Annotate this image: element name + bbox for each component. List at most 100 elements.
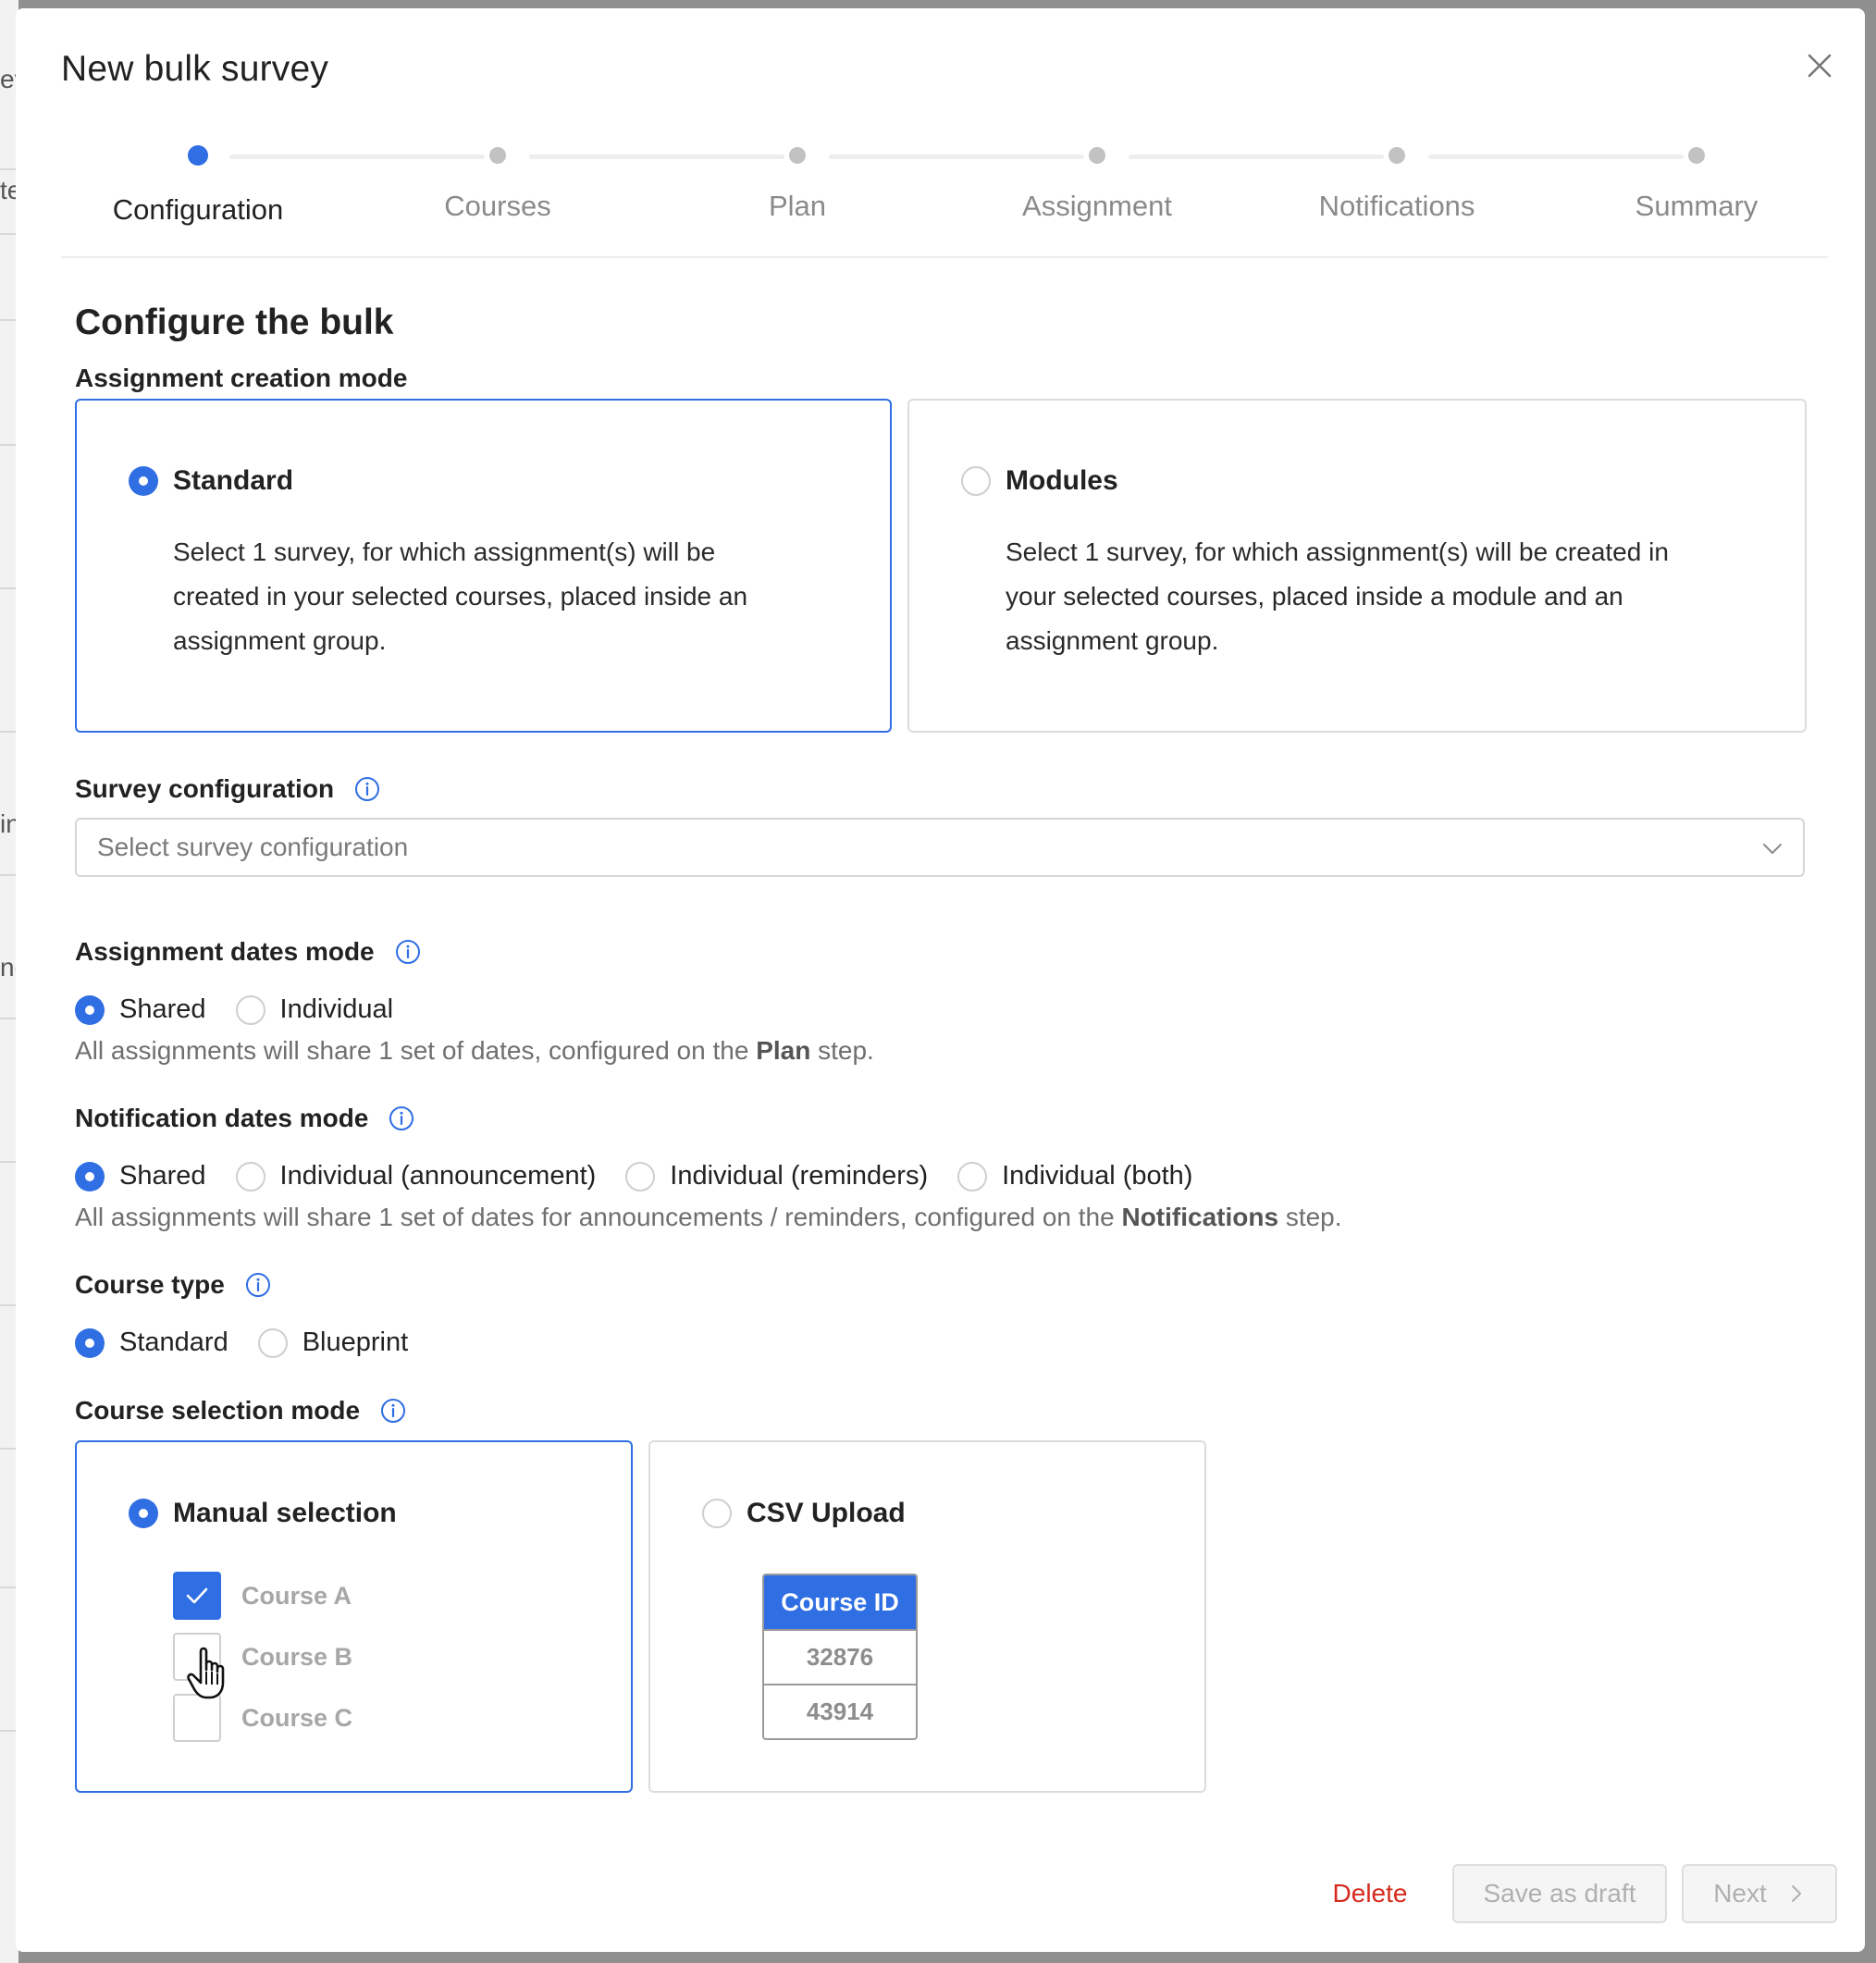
assignment-dates-mode-label-row: Assignment dates mode bbox=[75, 937, 421, 967]
help-text: step. bbox=[1278, 1203, 1342, 1231]
step-dot-courses[interactable] bbox=[489, 147, 506, 164]
chevron-down-icon bbox=[1763, 844, 1782, 854]
option-label: Individual bbox=[279, 994, 394, 1024]
course-type-group: Standard Blueprint bbox=[75, 1327, 438, 1358]
course-type-standard-option[interactable]: Standard bbox=[75, 1327, 228, 1358]
course-label: Course C bbox=[241, 1703, 353, 1732]
step-connector bbox=[529, 154, 784, 159]
radio-button[interactable] bbox=[257, 1327, 288, 1358]
course-type-blueprint-option[interactable]: Blueprint bbox=[257, 1327, 409, 1358]
option-label: Blueprint bbox=[302, 1327, 409, 1357]
radio-button[interactable] bbox=[957, 1161, 988, 1191]
step-connector bbox=[829, 154, 1084, 159]
course-selection-card-csv[interactable]: CSV Upload bbox=[648, 1440, 1206, 1793]
close-icon bbox=[1808, 54, 1832, 78]
step-dot-notifications[interactable] bbox=[1388, 147, 1405, 164]
course-checkbox-row[interactable]: Course A bbox=[173, 1572, 352, 1620]
option-label: Shared bbox=[119, 1161, 206, 1191]
radio-manual-selection[interactable] bbox=[129, 1499, 158, 1528]
step-assignment[interactable]: Assignment bbox=[1022, 190, 1172, 223]
option-label: Individual (reminders) bbox=[670, 1161, 929, 1191]
notification-dates-mode-group: Shared Individual (announcement) Individ… bbox=[75, 1161, 1222, 1191]
section-title: Configure the bulk bbox=[75, 302, 394, 342]
radio-button[interactable] bbox=[75, 1327, 105, 1358]
survey-configuration-placeholder: Select survey configuration bbox=[97, 833, 409, 861]
manual-selection-title: Manual selection bbox=[173, 1498, 397, 1528]
course-selection-mode-label-row: Course selection mode bbox=[75, 1396, 406, 1426]
delete-button[interactable]: Delete bbox=[1314, 1864, 1426, 1923]
info-icon[interactable] bbox=[380, 1398, 406, 1424]
bulk-survey-modal: New bulk survey Configuration Courses Pl… bbox=[16, 8, 1865, 1952]
assignment-dates-mode-label: Assignment dates mode bbox=[75, 937, 375, 966]
info-icon[interactable] bbox=[395, 939, 421, 965]
radio-button[interactable] bbox=[75, 1161, 105, 1191]
notification-dates-help: All assignments will share 1 set of date… bbox=[75, 1203, 1342, 1232]
notification-dates-individual-announcement-option[interactable]: Individual (announcement) bbox=[235, 1161, 597, 1191]
course-type-label-row: Course type bbox=[75, 1270, 271, 1300]
option-label: Shared bbox=[119, 994, 206, 1024]
help-text: All assignments will share 1 set of date… bbox=[75, 1036, 757, 1065]
creation-mode-standard-title: Standard bbox=[173, 465, 294, 496]
notification-dates-individual-both-option[interactable]: Individual (both) bbox=[957, 1161, 1192, 1191]
radio-button[interactable] bbox=[235, 994, 265, 1025]
step-courses[interactable]: Courses bbox=[444, 190, 550, 223]
radio-csv-upload[interactable] bbox=[702, 1499, 732, 1528]
assignment-dates-shared-option[interactable]: Shared bbox=[75, 994, 206, 1025]
survey-configuration-select[interactable]: Select survey configuration bbox=[75, 818, 1805, 877]
radio-modules[interactable] bbox=[961, 466, 991, 496]
course-selection-mode-label: Course selection mode bbox=[75, 1396, 361, 1425]
step-notifications[interactable]: Notifications bbox=[1319, 190, 1475, 223]
step-dot-plan[interactable] bbox=[789, 147, 806, 164]
assignment-creation-mode-label: Assignment creation mode bbox=[75, 364, 408, 392]
help-text-bold: Plan bbox=[756, 1036, 811, 1065]
notification-dates-mode-label: Notification dates mode bbox=[75, 1104, 369, 1132]
csv-table-header: Course ID bbox=[764, 1575, 916, 1629]
notification-dates-shared-option[interactable]: Shared bbox=[75, 1161, 206, 1191]
csv-upload-title: CSV Upload bbox=[747, 1498, 906, 1528]
radio-button[interactable] bbox=[235, 1161, 265, 1191]
radio-button[interactable] bbox=[75, 994, 105, 1025]
course-selection-card-manual[interactable]: Manual selection Course A Course B Cours… bbox=[75, 1440, 633, 1793]
notification-dates-individual-reminders-option[interactable]: Individual (reminders) bbox=[625, 1161, 928, 1191]
notification-dates-mode-label-row: Notification dates mode bbox=[75, 1104, 414, 1133]
creation-mode-modules-description: Select 1 survey, for which assignment(s)… bbox=[1006, 537, 1669, 655]
help-text-bold: Notifications bbox=[1121, 1203, 1279, 1231]
radio-standard[interactable] bbox=[129, 466, 158, 496]
course-label: Course A bbox=[241, 1581, 352, 1610]
close-button[interactable] bbox=[1796, 43, 1843, 89]
assignment-dates-individual-option[interactable]: Individual bbox=[235, 994, 394, 1025]
course-label: Course B bbox=[241, 1642, 353, 1671]
assignment-dates-mode-group: Shared Individual bbox=[75, 994, 423, 1025]
creation-mode-card-standard[interactable]: Standard Select 1 survey, for which assi… bbox=[75, 399, 892, 733]
step-dot-assignment[interactable] bbox=[1089, 147, 1105, 164]
csv-example-table: Course ID 32876 43914 bbox=[762, 1574, 918, 1740]
info-icon[interactable] bbox=[245, 1272, 271, 1298]
hand-pointer-icon bbox=[187, 1647, 225, 1699]
csv-table-cell: 43914 bbox=[764, 1684, 916, 1738]
option-label: Individual (announcement) bbox=[279, 1161, 597, 1191]
checkbox[interactable] bbox=[173, 1572, 221, 1620]
wizard-stepper: Configuration Courses Plan Assignment No… bbox=[61, 129, 1828, 258]
survey-configuration-label-row: Survey configuration bbox=[75, 774, 380, 804]
step-dot-summary[interactable] bbox=[1688, 147, 1705, 164]
modal-title: New bulk survey bbox=[61, 49, 329, 89]
checkmark-icon bbox=[186, 1587, 208, 1604]
creation-mode-standard-description: Select 1 survey, for which assignment(s)… bbox=[173, 537, 748, 655]
course-type-label: Course type bbox=[75, 1270, 225, 1299]
step-configuration[interactable]: Configuration bbox=[113, 193, 283, 227]
option-label: Standard bbox=[119, 1327, 228, 1357]
step-connector bbox=[229, 154, 485, 159]
option-label: Individual (both) bbox=[1002, 1161, 1193, 1191]
save-as-draft-button[interactable]: Save as draft bbox=[1452, 1864, 1667, 1923]
step-connector bbox=[1428, 154, 1684, 159]
info-icon[interactable] bbox=[389, 1105, 414, 1131]
step-dot-configuration[interactable] bbox=[188, 145, 208, 166]
creation-mode-card-modules[interactable]: Modules Select 1 survey, for which assig… bbox=[907, 399, 1807, 733]
creation-mode-modules-title: Modules bbox=[1006, 465, 1118, 496]
survey-configuration-label: Survey configuration bbox=[75, 774, 335, 803]
step-plan[interactable]: Plan bbox=[769, 190, 826, 223]
info-icon[interactable] bbox=[354, 776, 380, 802]
next-button[interactable]: Next bbox=[1682, 1864, 1837, 1923]
step-summary[interactable]: Summary bbox=[1635, 190, 1759, 223]
radio-button[interactable] bbox=[625, 1161, 656, 1191]
